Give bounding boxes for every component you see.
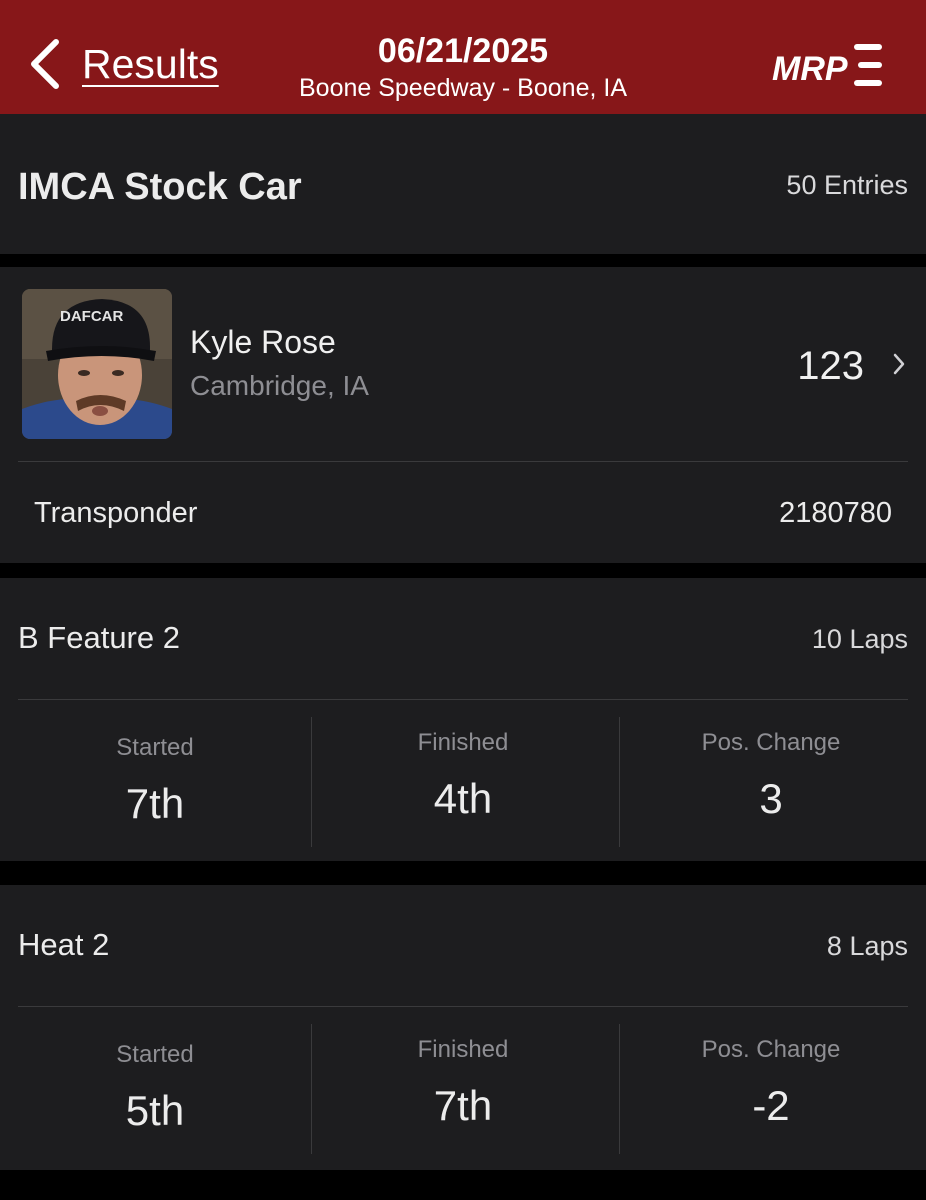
car-number[interactable]: 123 xyxy=(797,344,864,389)
finished-value: 4th xyxy=(433,775,493,822)
driver-avatar: DAFCAR xyxy=(22,289,172,439)
entries-count: 50 Entries xyxy=(786,170,908,200)
finished-label: Finished xyxy=(417,729,509,756)
mrp-logo: MRP xyxy=(772,44,882,88)
svg-text:DAFCAR: DAFCAR xyxy=(60,308,123,325)
divider xyxy=(18,1006,908,1007)
transponder-value: 2180780 xyxy=(779,497,892,529)
column-divider xyxy=(311,717,312,847)
divider xyxy=(18,699,908,700)
driver-name: Kyle Rose xyxy=(190,324,336,360)
top-bar: Results 06/21/2025 Boone Speedway - Boon… xyxy=(0,0,926,114)
race-laps: 8 Laps xyxy=(826,931,908,961)
svg-text:MRP: MRP xyxy=(772,50,848,88)
started-label: Started xyxy=(116,734,194,761)
transponder-label: Transponder xyxy=(34,497,198,529)
chevron-right-icon[interactable] xyxy=(892,352,906,376)
started-value: 5th xyxy=(125,1087,185,1134)
race-name: Heat 2 xyxy=(18,927,110,962)
pos-change-label: Pos. Change xyxy=(701,729,841,756)
pos-change-value: 3 xyxy=(759,775,783,822)
finished-label: Finished xyxy=(417,1036,509,1063)
column-divider xyxy=(619,717,620,847)
pos-change-label: Pos. Change xyxy=(701,1036,841,1063)
pos-change-value: -2 xyxy=(752,1082,790,1129)
class-name: IMCA Stock Car xyxy=(18,166,302,208)
race-laps: 10 Laps xyxy=(811,624,908,654)
divider xyxy=(18,461,908,462)
finished-value: 7th xyxy=(433,1082,493,1129)
started-value: 7th xyxy=(125,780,185,827)
column-divider xyxy=(311,1024,312,1154)
started-label: Started xyxy=(116,1041,194,1068)
column-divider xyxy=(619,1024,620,1154)
driver-hometown: Cambridge, IA xyxy=(190,370,369,401)
race-name: B Feature 2 xyxy=(18,620,180,655)
